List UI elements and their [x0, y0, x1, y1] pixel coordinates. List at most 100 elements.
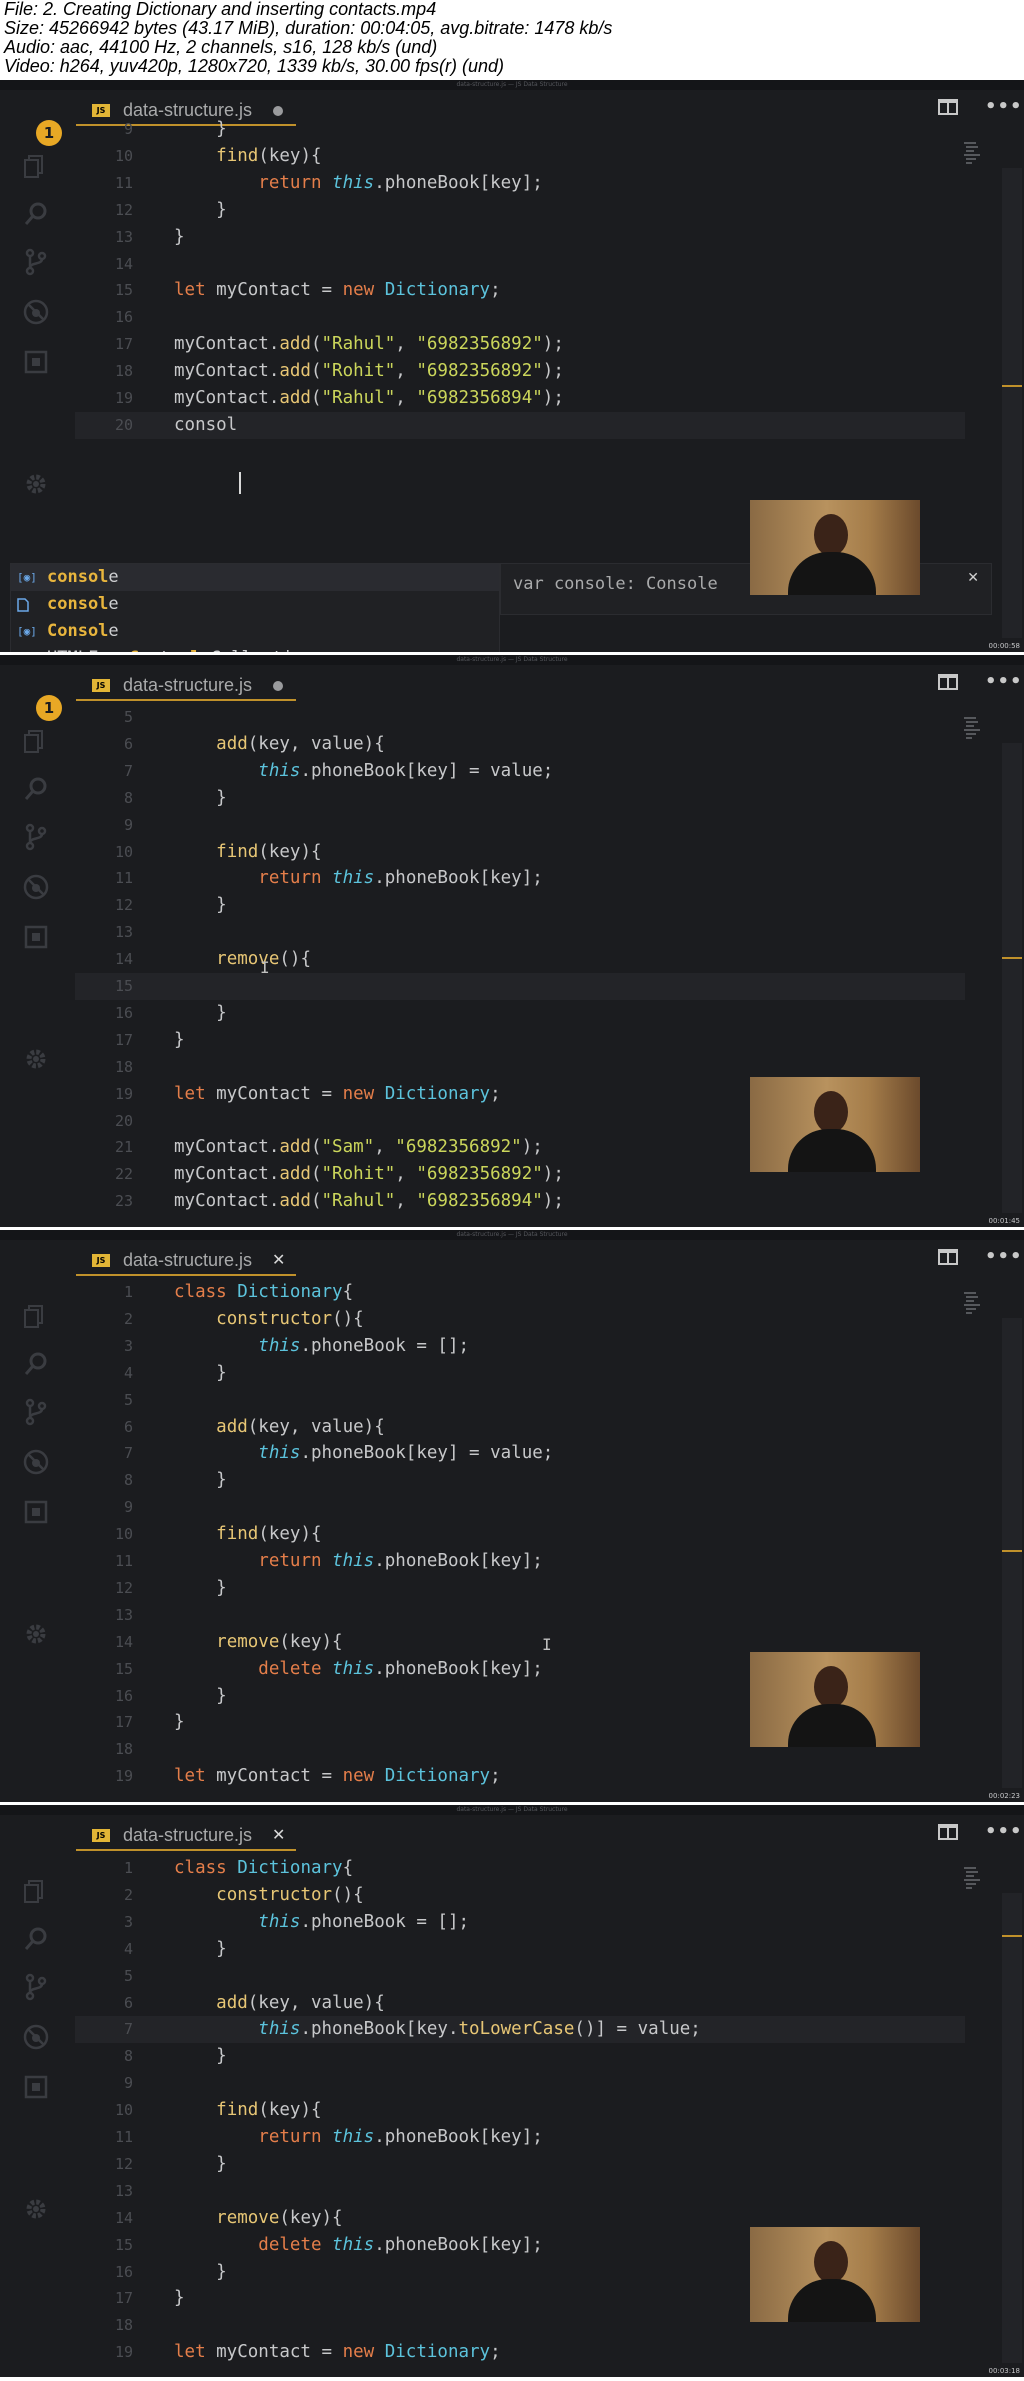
code-line[interactable]: 1 class Dictionary{	[75, 1279, 965, 1306]
code-line[interactable]: 17 myContact.add("Rahul", "6982356892");	[75, 331, 965, 358]
code-line[interactable]: 14 remove(){	[75, 946, 965, 973]
gear-icon[interactable]	[22, 2195, 50, 2223]
split-editor-icon[interactable]	[938, 674, 958, 690]
minimap[interactable]	[962, 715, 982, 741]
code-line[interactable]: 7 this.phoneBook[key] = value;	[75, 1440, 965, 1467]
code-line[interactable]: 8 }	[75, 2043, 965, 2070]
close-icon[interactable]: ✕	[967, 570, 979, 586]
code-line[interactable]: 12 }	[75, 197, 965, 224]
extensions-icon[interactable]	[22, 1498, 50, 1526]
gear-icon[interactable]	[22, 1045, 50, 1073]
code-line[interactable]: 11 return this.phoneBook[key];	[75, 170, 965, 197]
editor-tab[interactable]: JS data-structure.js	[76, 669, 296, 701]
autocomplete-item[interactable]: [◉] Console	[11, 618, 499, 645]
unsaved-dot-icon[interactable]	[273, 106, 283, 116]
code-line[interactable]: 6 add(key, value){	[75, 731, 965, 758]
code-line[interactable]: 20 consol	[75, 411, 965, 439]
code-line[interactable]: 5	[75, 704, 965, 731]
more-actions-icon[interactable]: •••	[985, 1248, 1023, 1266]
scroll-position-marker[interactable]	[1002, 385, 1022, 387]
editor-scrollbar[interactable]	[1002, 1893, 1022, 2363]
debug-icon[interactable]	[22, 298, 50, 326]
extensions-icon[interactable]	[22, 923, 50, 951]
editor-scrollbar[interactable]	[1002, 168, 1022, 638]
source-control-icon[interactable]	[22, 248, 50, 276]
scroll-position-marker[interactable]	[1002, 957, 1022, 959]
code-line[interactable]: 12 }	[75, 1575, 965, 1602]
code-line[interactable]: 4 }	[75, 1360, 965, 1387]
code-line[interactable]: 6 add(key, value){	[75, 1990, 965, 2017]
source-control-icon[interactable]	[22, 1973, 50, 2001]
code-line[interactable]: 8 }	[75, 1467, 965, 1494]
code-line[interactable]: 13	[75, 1602, 965, 1629]
close-tab-icon[interactable]: ✕	[272, 1823, 285, 1847]
code-line[interactable]: 9	[75, 1494, 965, 1521]
debug-icon[interactable]	[22, 873, 50, 901]
code-line[interactable]: 11 return this.phoneBook[key];	[75, 865, 965, 892]
code-line[interactable]: 15 let myContact = new Dictionary;	[75, 277, 965, 304]
files-icon[interactable]	[22, 727, 50, 755]
autocomplete-item[interactable]: [◉]HTMLFormControlsCollection	[11, 645, 499, 652]
scroll-position-marker[interactable]	[1002, 1935, 1022, 1937]
editor-tab[interactable]: JS data-structure.js ✕	[76, 1819, 296, 1851]
gear-icon[interactable]	[22, 1620, 50, 1648]
editor-scrollbar[interactable]	[1002, 1318, 1022, 1788]
code-line[interactable]: 12 }	[75, 892, 965, 919]
debug-icon[interactable]	[22, 2023, 50, 2051]
code-line[interactable]: 10 find(key){	[75, 839, 965, 866]
split-editor-icon[interactable]	[938, 1824, 958, 1840]
search-icon[interactable]	[22, 200, 50, 228]
code-line[interactable]: 18 myContact.add("Rohit", "6982356892");	[75, 358, 965, 385]
code-line[interactable]: 19 let myContact = new Dictionary;	[75, 1763, 965, 1790]
code-line[interactable]: 10 find(key){	[75, 1521, 965, 1548]
source-control-icon[interactable]	[22, 823, 50, 851]
extensions-icon[interactable]	[22, 2073, 50, 2101]
unsaved-dot-icon[interactable]	[273, 681, 283, 691]
code-line[interactable]: 19 let myContact = new Dictionary;	[75, 2339, 965, 2366]
code-line[interactable]: 5	[75, 1387, 965, 1414]
code-line[interactable]: 6 add(key, value){	[75, 1414, 965, 1441]
scroll-position-marker[interactable]	[1002, 1550, 1022, 1552]
code-line[interactable]: 11 return this.phoneBook[key];	[75, 1548, 965, 1575]
code-line[interactable]: 19 myContact.add("Rahul", "6982356894");	[75, 385, 965, 412]
split-editor-icon[interactable]	[938, 99, 958, 115]
code-line[interactable]: 3 this.phoneBook = [];	[75, 1333, 965, 1360]
editor-tab[interactable]: JS data-structure.js ✕	[76, 1244, 296, 1276]
code-line[interactable]: 9	[75, 812, 965, 839]
editor-scrollbar[interactable]	[1002, 743, 1022, 1213]
code-line[interactable]: 16 }	[75, 1000, 965, 1027]
extensions-icon[interactable]	[22, 348, 50, 376]
more-actions-icon[interactable]: •••	[985, 673, 1023, 691]
code-line[interactable]: 1 class Dictionary{	[75, 1855, 965, 1882]
code-line[interactable]: 2 constructor(){	[75, 1306, 965, 1333]
code-line[interactable]: 23 myContact.add("Rahul", "6982356894");	[75, 1188, 965, 1215]
autocomplete-item[interactable]: [◉] console	[11, 564, 499, 591]
gear-icon[interactable]	[22, 470, 50, 498]
search-icon[interactable]	[22, 1925, 50, 1953]
search-icon[interactable]	[22, 775, 50, 803]
code-line[interactable]: 16	[75, 304, 965, 331]
code-line[interactable]: 2 constructor(){	[75, 1882, 965, 1909]
split-editor-icon[interactable]	[938, 1249, 958, 1265]
more-actions-icon[interactable]: •••	[985, 98, 1023, 116]
files-icon[interactable]	[22, 1877, 50, 1905]
search-icon[interactable]	[22, 1350, 50, 1378]
code-line[interactable]: 15	[75, 973, 965, 1000]
code-line[interactable]: 7 this.phoneBook[key] = value;	[75, 758, 965, 785]
code-line[interactable]: 10 find(key){	[75, 2097, 965, 2124]
debug-icon[interactable]	[22, 1448, 50, 1476]
files-icon[interactable]	[22, 1302, 50, 1330]
autocomplete-item[interactable]: console	[11, 591, 499, 618]
code-line[interactable]: 9	[75, 2070, 965, 2097]
minimap[interactable]	[962, 1290, 982, 1316]
source-control-icon[interactable]	[22, 1398, 50, 1426]
close-tab-icon[interactable]: ✕	[272, 1248, 285, 1272]
code-line[interactable]: 7 this.phoneBook[key.toLowerCase()] = va…	[75, 2016, 965, 2044]
code-line[interactable]: 11 return this.phoneBook[key];	[75, 2124, 965, 2151]
code-line[interactable]: 3 this.phoneBook = [];	[75, 1909, 965, 1936]
code-line[interactable]: 10 find(key){	[75, 143, 965, 170]
minimap[interactable]	[962, 140, 982, 166]
code-line[interactable]: 13}	[75, 224, 965, 251]
code-line[interactable]: 14	[75, 251, 965, 278]
code-line[interactable]: 4 }	[75, 1936, 965, 1963]
